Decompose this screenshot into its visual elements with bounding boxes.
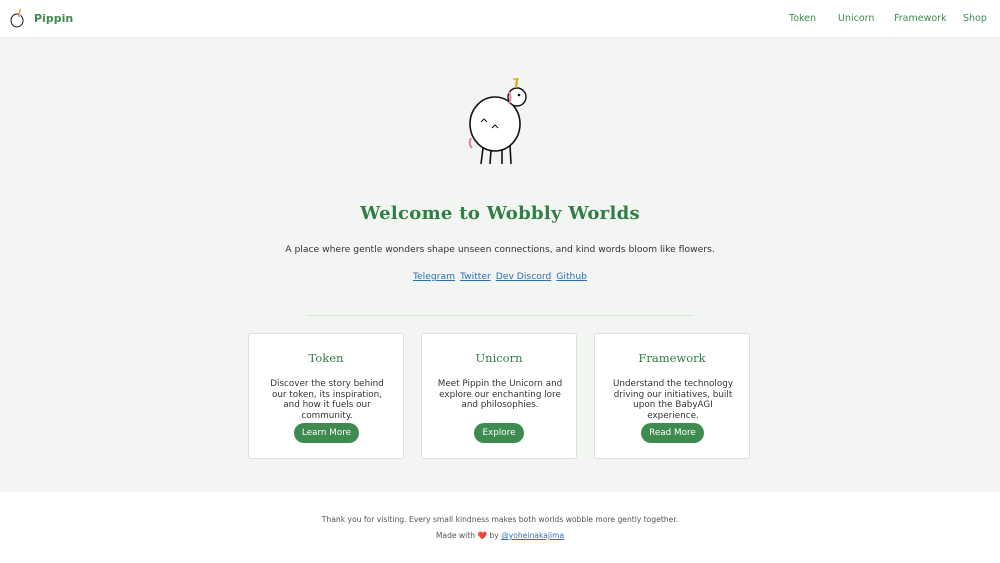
framework-card: Framework Understand the technology driv… — [594, 333, 750, 459]
nav-shop-link[interactable]: Shop — [963, 13, 987, 24]
nav-unicorn-link[interactable]: Unicorn — [838, 13, 874, 24]
heart-icon: ❤️ — [477, 531, 487, 540]
card-description: Understand the technology driving our in… — [612, 379, 734, 421]
nav-token-link[interactable]: Token — [789, 13, 816, 24]
dev-discord-link[interactable]: Dev Discord — [496, 271, 552, 282]
unicorn-logo-icon — [10, 8, 24, 28]
card-description: Meet Pippin the Unicorn and explore our … — [437, 379, 563, 410]
learn-more-button[interactable]: Learn More — [294, 423, 359, 443]
nav-framework-link[interactable]: Framework — [894, 13, 947, 24]
github-link[interactable]: Github — [556, 271, 587, 282]
brand[interactable]: Pippin — [9, 8, 73, 28]
pippin-unicorn-illustration — [468, 78, 527, 165]
telegram-link[interactable]: Telegram — [413, 271, 455, 282]
footer-credit: Made with ❤️ by @yoheinakajima — [0, 531, 1000, 540]
brand-name: Pippin — [34, 11, 74, 25]
card-title: Framework — [638, 351, 706, 365]
made-with-text: Made with — [435, 531, 476, 540]
card-title: Unicorn — [475, 351, 523, 365]
footer: Thank you for visiting. Every small kind… — [0, 492, 1000, 563]
token-card: Token Discover the story behind our toke… — [248, 333, 404, 459]
footer-note: Thank you for visiting. Every small kind… — [321, 515, 679, 524]
hero-title: Welcome to Wobbly Worlds — [360, 203, 640, 224]
by-text: by — [489, 531, 499, 540]
explore-button[interactable]: Explore — [474, 423, 524, 443]
unicorn-card: Unicorn Meet Pippin the Unicorn and expl… — [421, 333, 577, 459]
section-divider — [306, 315, 694, 316]
social-links: Telegram Twitter Dev Discord Github — [0, 271, 1000, 282]
read-more-button[interactable]: Read More — [641, 423, 704, 443]
author-link[interactable]: @yoheinakajima — [501, 531, 564, 540]
top-navbar: Pippin Token Unicorn Framework Shop — [0, 0, 1000, 38]
hero-tagline: A place where gentle wonders shape unsee… — [285, 244, 715, 255]
card-title: Token — [308, 351, 344, 365]
twitter-link[interactable]: Twitter — [460, 271, 491, 282]
card-description: Discover the story behind our token, its… — [270, 379, 384, 421]
